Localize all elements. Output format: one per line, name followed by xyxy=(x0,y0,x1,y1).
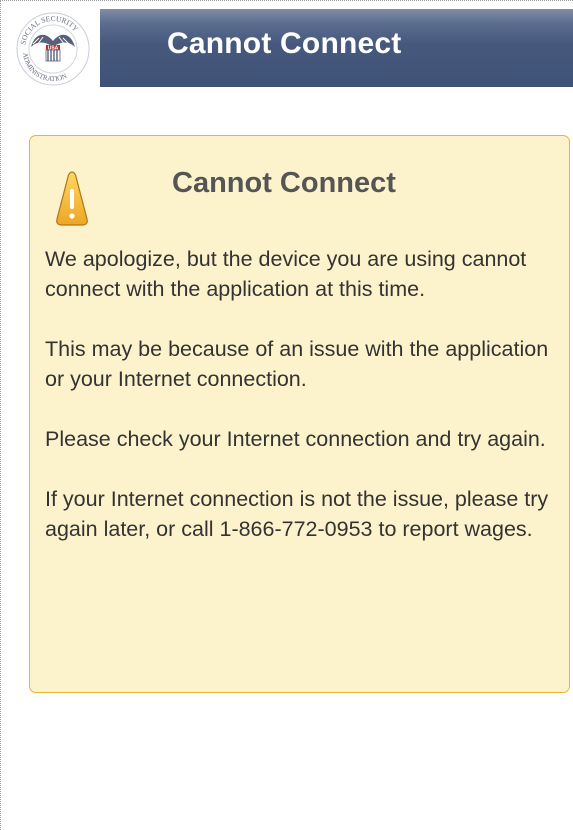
seal-badge-text: USA xyxy=(48,46,59,52)
message-title: Cannot Connect xyxy=(172,167,396,199)
page-title: Cannot Connect xyxy=(167,27,402,60)
header: SOCIAL SECURITY ADMINISTRATION USA Canno… xyxy=(1,1,573,87)
header-title-bar: Cannot Connect xyxy=(100,9,573,87)
page: SOCIAL SECURITY ADMINISTRATION USA Canno… xyxy=(0,0,573,830)
message-paragraph: Please check your Internet connection an… xyxy=(45,427,546,451)
message-paragraph: This may be because of an issue with the… xyxy=(45,337,549,391)
error-message-box: Cannot Connect We apologize, but the dev… xyxy=(29,135,570,693)
message-paragraph: If your Internet connection is not the i… xyxy=(45,487,549,541)
message-body: We apologize, but the device you are usi… xyxy=(45,244,560,544)
ssa-logo: SOCIAL SECURITY ADMINISTRATION USA xyxy=(7,5,99,87)
message-paragraph: We apologize, but the device you are usi… xyxy=(45,247,527,301)
ssa-seal-icon: SOCIAL SECURITY ADMINISTRATION USA xyxy=(16,12,90,86)
warning-icon xyxy=(56,171,88,226)
